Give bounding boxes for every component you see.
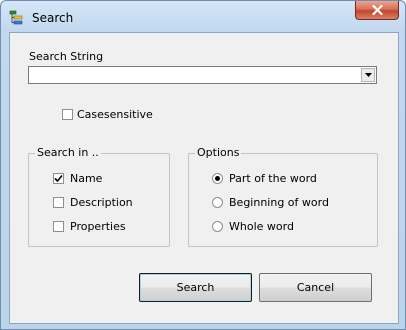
name-label: Name bbox=[70, 172, 103, 185]
whole-word-radio[interactable] bbox=[212, 221, 223, 232]
cancel-button[interactable]: Cancel bbox=[259, 273, 372, 302]
radio-selected-dot bbox=[215, 176, 220, 181]
casesensitive-label: Casesensitive bbox=[77, 108, 153, 121]
close-button[interactable] bbox=[355, 1, 399, 20]
search-string-combobox[interactable] bbox=[28, 66, 377, 84]
name-checkbox[interactable] bbox=[53, 173, 64, 184]
casesensitive-checkbox[interactable] bbox=[62, 109, 73, 120]
whole-word-label: Whole word bbox=[229, 220, 294, 233]
properties-label: Properties bbox=[70, 220, 126, 233]
dialog-body: Search String Casesensitive Search in ..… bbox=[9, 32, 399, 324]
search-button[interactable]: Search bbox=[139, 273, 252, 302]
options-title: Options bbox=[195, 146, 242, 159]
beginning-of-word-radio[interactable] bbox=[212, 197, 223, 208]
chevron-down-icon bbox=[364, 73, 372, 77]
title-bar[interactable]: Search bbox=[1, 1, 405, 31]
properties-checkbox[interactable] bbox=[53, 221, 64, 232]
search-in-title: Search in .. bbox=[35, 146, 101, 159]
window-title: Search bbox=[32, 11, 74, 25]
options-group: Options Part of the word Beginning of wo… bbox=[188, 146, 378, 247]
search-in-group: Search in .. Name Description Properties bbox=[28, 146, 170, 247]
beginning-of-word-label: Beginning of word bbox=[229, 196, 329, 209]
description-label: Description bbox=[70, 196, 133, 209]
search-dialog: Search Search String Casesensitive Searc… bbox=[0, 0, 406, 330]
app-icon bbox=[9, 10, 23, 25]
part-of-word-label: Part of the word bbox=[229, 172, 317, 185]
part-of-word-radio[interactable] bbox=[212, 173, 223, 184]
search-string-label: Search String bbox=[29, 50, 104, 63]
description-checkbox[interactable] bbox=[53, 197, 64, 208]
combobox-dropdown-button[interactable] bbox=[361, 68, 375, 82]
checkmark-icon bbox=[54, 174, 63, 183]
close-icon bbox=[371, 5, 383, 15]
